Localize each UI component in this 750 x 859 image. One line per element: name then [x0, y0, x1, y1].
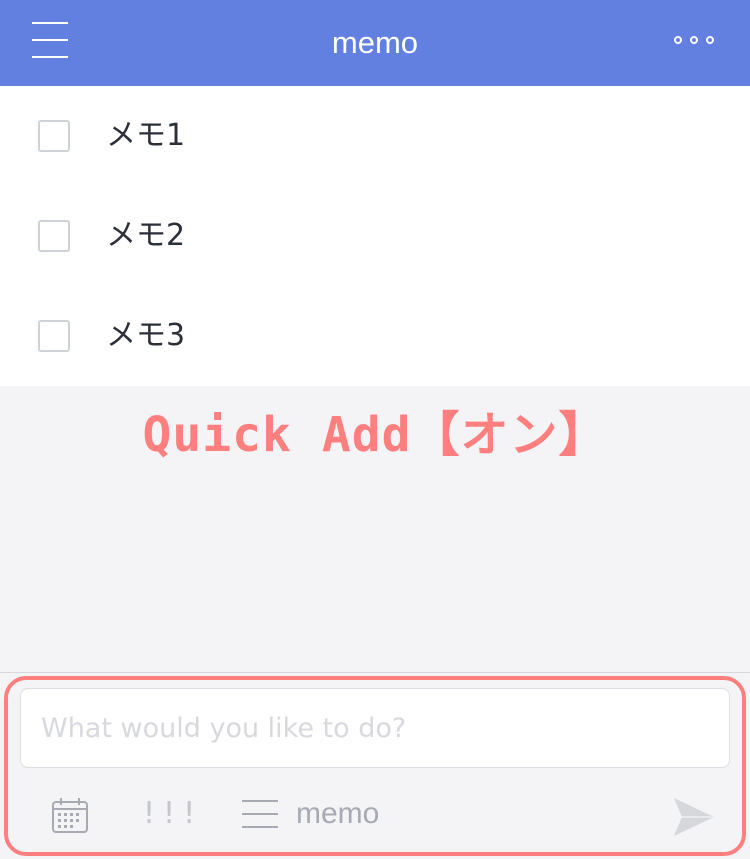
quick-add-panel: !!! memo — [4, 676, 746, 856]
more-options-icon — [674, 36, 682, 44]
project-select-button[interactable]: memo — [240, 792, 420, 836]
page-title: memo — [331, 25, 419, 60]
hamburger-menu-icon-line — [32, 56, 68, 58]
todo-checkbox[interactable] — [38, 220, 70, 252]
hamburger-menu-icon — [32, 22, 68, 24]
list-lines-icon-line — [242, 826, 278, 828]
todo-text: メモ1 — [106, 118, 186, 153]
todo-text: メモ3 — [106, 318, 186, 353]
more-options-icon-dot — [706, 36, 714, 44]
quick-add-input[interactable] — [20, 688, 730, 768]
send-button[interactable] — [668, 792, 718, 842]
hamburger-menu-icon-line — [32, 39, 68, 41]
menu-button[interactable] — [24, 18, 76, 66]
calendar-icon — [52, 798, 88, 833]
quick-add-divider — [0, 672, 750, 673]
todo-text: メモ2 — [106, 218, 186, 253]
more-options-button[interactable] — [664, 22, 724, 62]
list-lines-icon — [240, 798, 280, 830]
more-options-icon-dot — [690, 36, 698, 44]
list-lines-icon-line — [242, 813, 278, 815]
list-lines-icon-line — [242, 800, 278, 802]
due-date-button[interactable] — [50, 796, 90, 836]
todo-checkbox[interactable] — [38, 320, 70, 352]
priority-button[interactable]: !!! — [140, 792, 198, 836]
todo-row[interactable]: メモ3 — [0, 286, 750, 386]
todo-list: メモ1 メモ2 メモ3 — [0, 86, 750, 386]
todo-row[interactable]: メモ2 — [0, 186, 750, 286]
todo-checkbox[interactable] — [38, 120, 70, 152]
project-label: memo — [296, 797, 380, 830]
quick-add-annotation: Quick Add【オン】 — [142, 407, 608, 463]
send-icon — [674, 798, 714, 836]
todo-row[interactable]: メモ1 — [0, 86, 750, 186]
app-header: memo — [0, 0, 750, 86]
